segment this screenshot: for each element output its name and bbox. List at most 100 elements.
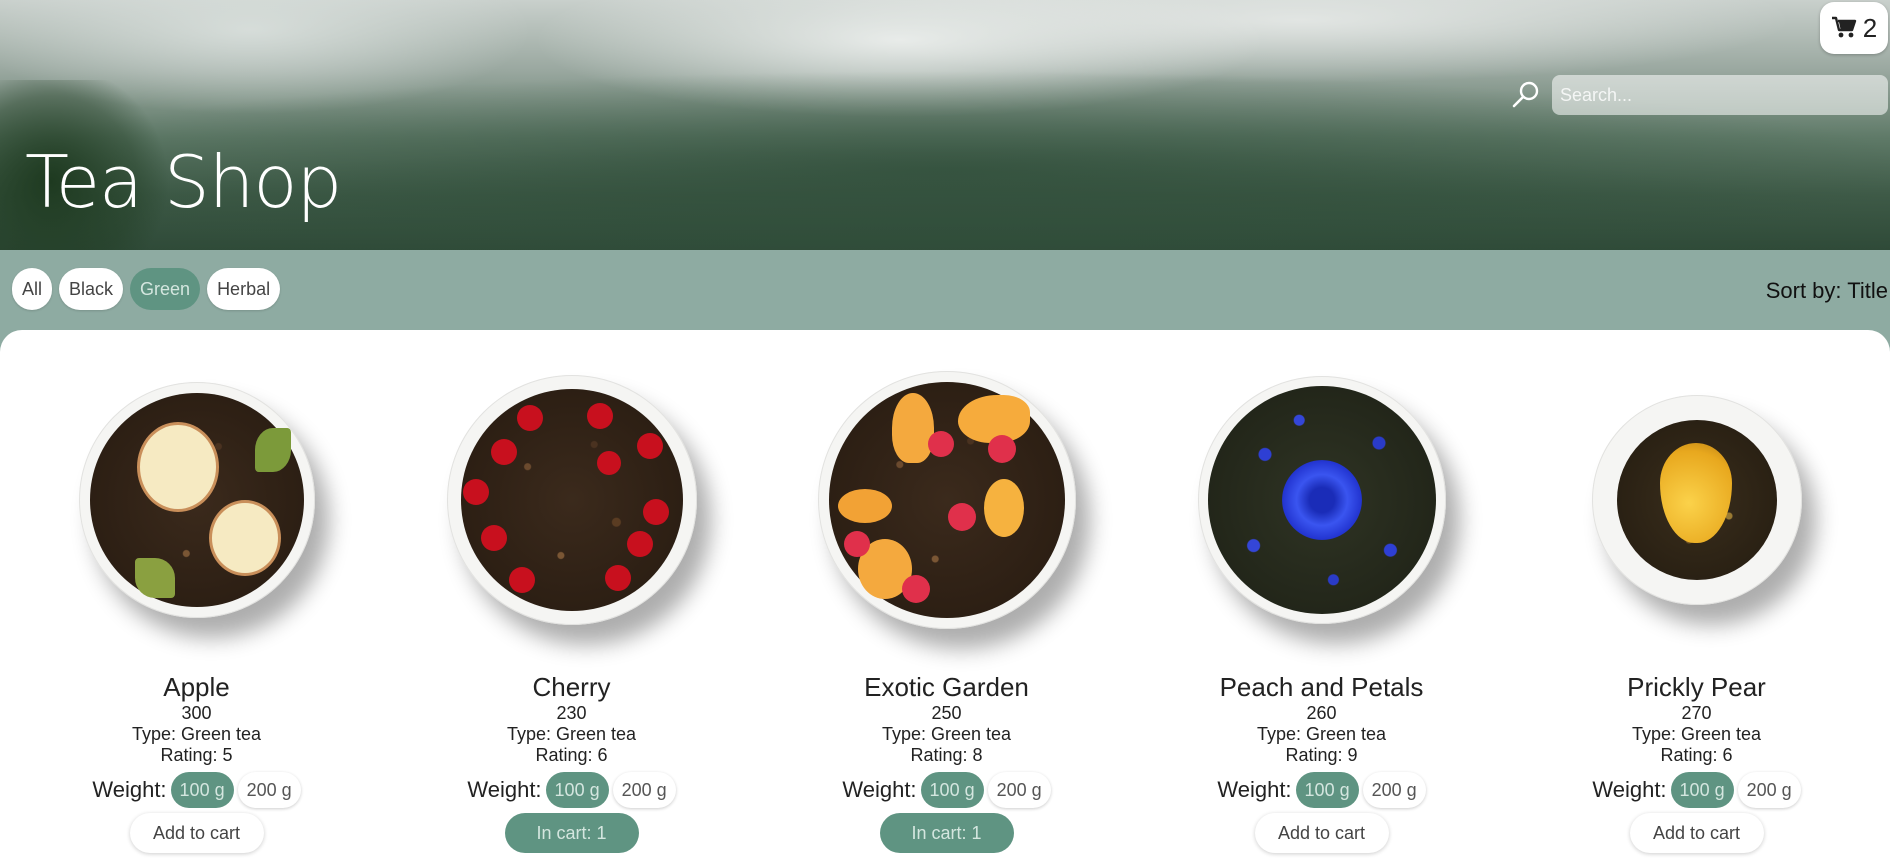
product-type: Type: Green tea: [506, 724, 637, 744]
product-card-exotic-garden: Exotic Garden 250 Type: Green tea Rating…: [759, 330, 1134, 859]
cherry: [636, 433, 663, 459]
product-rating: Rating: 6: [1660, 745, 1733, 765]
weight-100g[interactable]: 100 g: [920, 772, 984, 808]
product-rating: Rating: 5: [160, 745, 233, 765]
weight-100g[interactable]: 100 g: [1670, 772, 1734, 808]
peach-slice: [891, 393, 934, 463]
product-rating: Rating: 6: [535, 745, 608, 765]
product-price: 270: [1681, 703, 1712, 723]
raspberry: [987, 435, 1016, 463]
product-price: 260: [1306, 703, 1337, 723]
peach-slice: [957, 395, 1030, 443]
cherry: [516, 405, 543, 431]
product-card-prickly-pear: Prickly Pear 270 Type: Green tea Rating:…: [1509, 330, 1884, 859]
product-type: Type: Green tea: [881, 724, 1012, 744]
raspberry: [901, 575, 930, 603]
product-card-peach-and-petals: Peach and Petals 260 Type: Green tea Rat…: [1134, 330, 1509, 859]
weight-200g[interactable]: 200 g: [237, 772, 301, 808]
in-cart-button[interactable]: In cart: 1: [504, 813, 639, 853]
cherry: [642, 499, 669, 525]
search-input[interactable]: [1552, 75, 1888, 115]
cherry: [508, 567, 535, 593]
raspberry: [927, 431, 954, 457]
leaf-garnish: [254, 428, 291, 472]
product-type: Type: Green tea: [131, 724, 262, 744]
weight-100g[interactable]: 100 g: [545, 772, 609, 808]
product-type: Type: Green tea: [1256, 724, 1387, 744]
page-title: Tea Shop: [25, 140, 342, 224]
weight-options: Weight: 100 g 200 g: [1592, 772, 1801, 808]
weight-label: Weight:: [92, 777, 167, 802]
cherry: [596, 451, 621, 475]
weight-options: Weight: 100 g 200 g: [92, 772, 301, 808]
tea-plate: [817, 371, 1076, 629]
weight-200g[interactable]: 200 g: [612, 772, 676, 808]
tea-plate: [446, 375, 697, 625]
weight-options: Weight: 100 g 200 g: [467, 772, 676, 808]
filter-bar: All Black Green Herbal Sort by: Title: [0, 250, 1890, 330]
weight-label: Weight:: [467, 777, 542, 802]
sort-selector[interactable]: Sort by: Title: [1766, 278, 1888, 304]
cherry: [490, 439, 517, 465]
product-rating: Rating: 9: [1285, 745, 1358, 765]
cornflower: [1281, 460, 1362, 540]
weight-label: Weight:: [1217, 777, 1292, 802]
product-image: [384, 330, 759, 670]
product-rating: Rating: 8: [910, 745, 983, 765]
raspberry: [843, 531, 870, 557]
weight-label: Weight:: [842, 777, 917, 802]
weight-options: Weight: 100 g 200 g: [1217, 772, 1426, 808]
tea-plate: [1197, 376, 1446, 624]
leaf-garnish: [134, 558, 175, 598]
peach-slice: [837, 489, 892, 523]
weight-options: Weight: 100 g 200 g: [842, 772, 1051, 808]
weight-200g[interactable]: 200 g: [1737, 772, 1801, 808]
product-type: Type: Green tea: [1631, 724, 1762, 744]
cherry: [480, 525, 507, 551]
raspberry: [947, 503, 976, 531]
filter-green[interactable]: Green: [130, 268, 201, 310]
product-card-apple: Apple 300 Type: Green tea Rating: 5 Weig…: [9, 330, 384, 859]
peach-slice: [983, 479, 1024, 537]
filter-all[interactable]: All: [12, 268, 53, 310]
product-name: Prickly Pear: [1627, 672, 1766, 702]
weight-100g[interactable]: 100 g: [1295, 772, 1359, 808]
weight-label: Weight:: [1592, 777, 1667, 802]
tea-plate: [1591, 395, 1802, 605]
search-icon[interactable]: [1510, 79, 1542, 111]
add-to-cart-button[interactable]: Add to cart: [1254, 813, 1389, 853]
weight-200g[interactable]: 200 g: [1362, 772, 1426, 808]
cart-count: 2: [1862, 12, 1878, 43]
cart-button[interactable]: 2: [1820, 2, 1888, 54]
product-price: 300: [181, 703, 212, 723]
search-bar: [1510, 74, 1888, 116]
cherry: [626, 531, 653, 557]
weight-200g[interactable]: 200 g: [987, 772, 1051, 808]
apple-slice: [208, 500, 281, 576]
product-name: Cherry: [532, 672, 611, 702]
hero-banner: Tea Shop 2: [0, 0, 1890, 250]
filter-herbal[interactable]: Herbal: [207, 268, 281, 310]
product-image: [759, 330, 1134, 670]
add-to-cart-button[interactable]: Add to cart: [1629, 813, 1764, 853]
cherry: [604, 565, 631, 591]
product-image: [9, 330, 384, 670]
product-name: Exotic Garden: [864, 672, 1029, 702]
product-image: [1134, 330, 1509, 670]
cherry: [586, 403, 613, 429]
product-card-cherry: Cherry 230 Type: Green tea Rating: 6 Wei…: [384, 330, 759, 859]
tea-plate: [78, 382, 315, 618]
add-to-cart-button[interactable]: Add to cart: [129, 813, 264, 853]
product-panel: Apple 300 Type: Green tea Rating: 5 Weig…: [0, 330, 1890, 859]
product-name: Peach and Petals: [1219, 672, 1424, 702]
apple-slice: [136, 422, 219, 512]
weight-100g[interactable]: 100 g: [170, 772, 234, 808]
in-cart-button[interactable]: In cart: 1: [879, 813, 1014, 853]
product-name: Apple: [163, 672, 230, 702]
product-price: 230: [556, 703, 587, 723]
category-filters: All Black Green Herbal: [12, 268, 281, 310]
product-price: 250: [931, 703, 962, 723]
cart-icon: [1831, 16, 1856, 38]
product-image: [1509, 330, 1884, 670]
filter-black[interactable]: Black: [59, 268, 124, 310]
